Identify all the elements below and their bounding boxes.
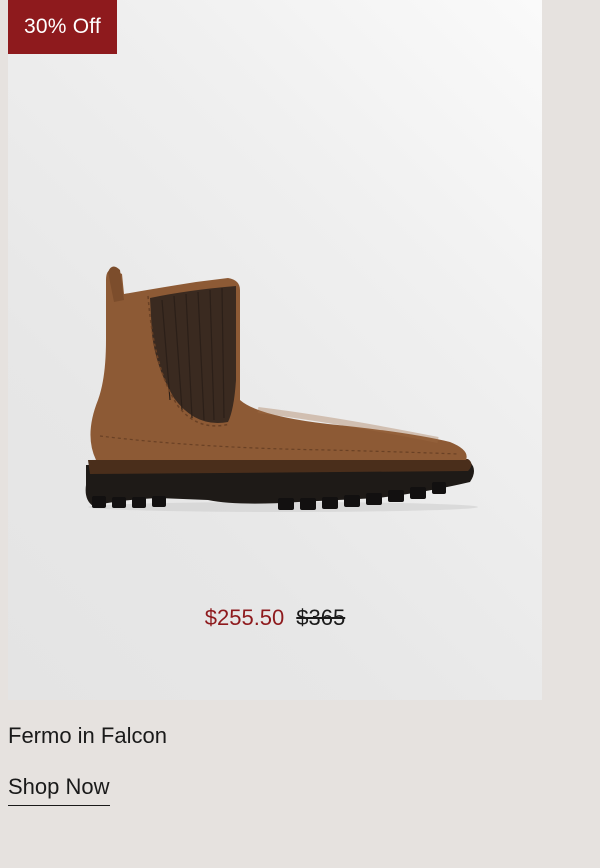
original-price: $365 — [296, 605, 346, 630]
sale-price: $255.50 — [204, 605, 285, 630]
shop-now-link[interactable]: Shop Now — [8, 773, 110, 806]
price-row: $255.50 $365 — [8, 604, 542, 632]
discount-badge: 30% Off — [8, 0, 117, 54]
product-card[interactable]: 30% Off $255.50 $365 — [8, 0, 542, 700]
chelsea-boot-icon[interactable] — [78, 260, 478, 520]
product-title[interactable]: Fermo in Falcon — [8, 722, 167, 750]
